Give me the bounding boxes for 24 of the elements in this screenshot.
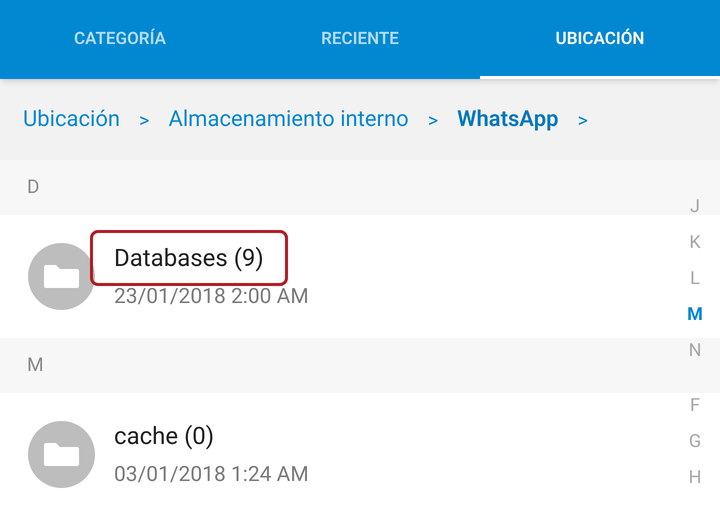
breadcrumb-link[interactable]: Ubicación	[23, 103, 120, 136]
index-letter[interactable]: H	[688, 460, 702, 496]
breadcrumb-separator: >	[139, 106, 150, 134]
index-letter[interactable]: N	[688, 333, 702, 369]
breadcrumb-separator: >	[428, 106, 438, 134]
tab[interactable]: CATEGORÍA	[0, 0, 240, 79]
index-letter[interactable]: F	[690, 388, 700, 424]
tab[interactable]: RECIENTE	[240, 0, 480, 79]
folder-date: 23/01/2018 2:00 AM	[114, 284, 309, 311]
breadcrumb-separator: >	[577, 106, 588, 134]
index-letter[interactable]: G	[688, 424, 702, 460]
breadcrumb-link[interactable]: Almacenamiento interno	[168, 103, 409, 136]
index-letter[interactable]: M	[687, 297, 703, 333]
section-header: D	[27, 174, 40, 200]
section-header: M	[27, 352, 44, 378]
folder-icon	[28, 243, 95, 310]
folder-name: Databases (9)	[90, 230, 288, 286]
index-letter[interactable]: L	[690, 261, 700, 297]
breadcrumb-link[interactable]: WhatsApp	[457, 103, 558, 136]
index-letter[interactable]: K	[689, 225, 701, 261]
folder-date: 03/01/2018 1:24 AM	[114, 462, 309, 489]
folder-name: cache (0)	[113, 420, 216, 452]
folder-icon	[28, 421, 95, 488]
index-letter[interactable]: J	[690, 189, 700, 225]
